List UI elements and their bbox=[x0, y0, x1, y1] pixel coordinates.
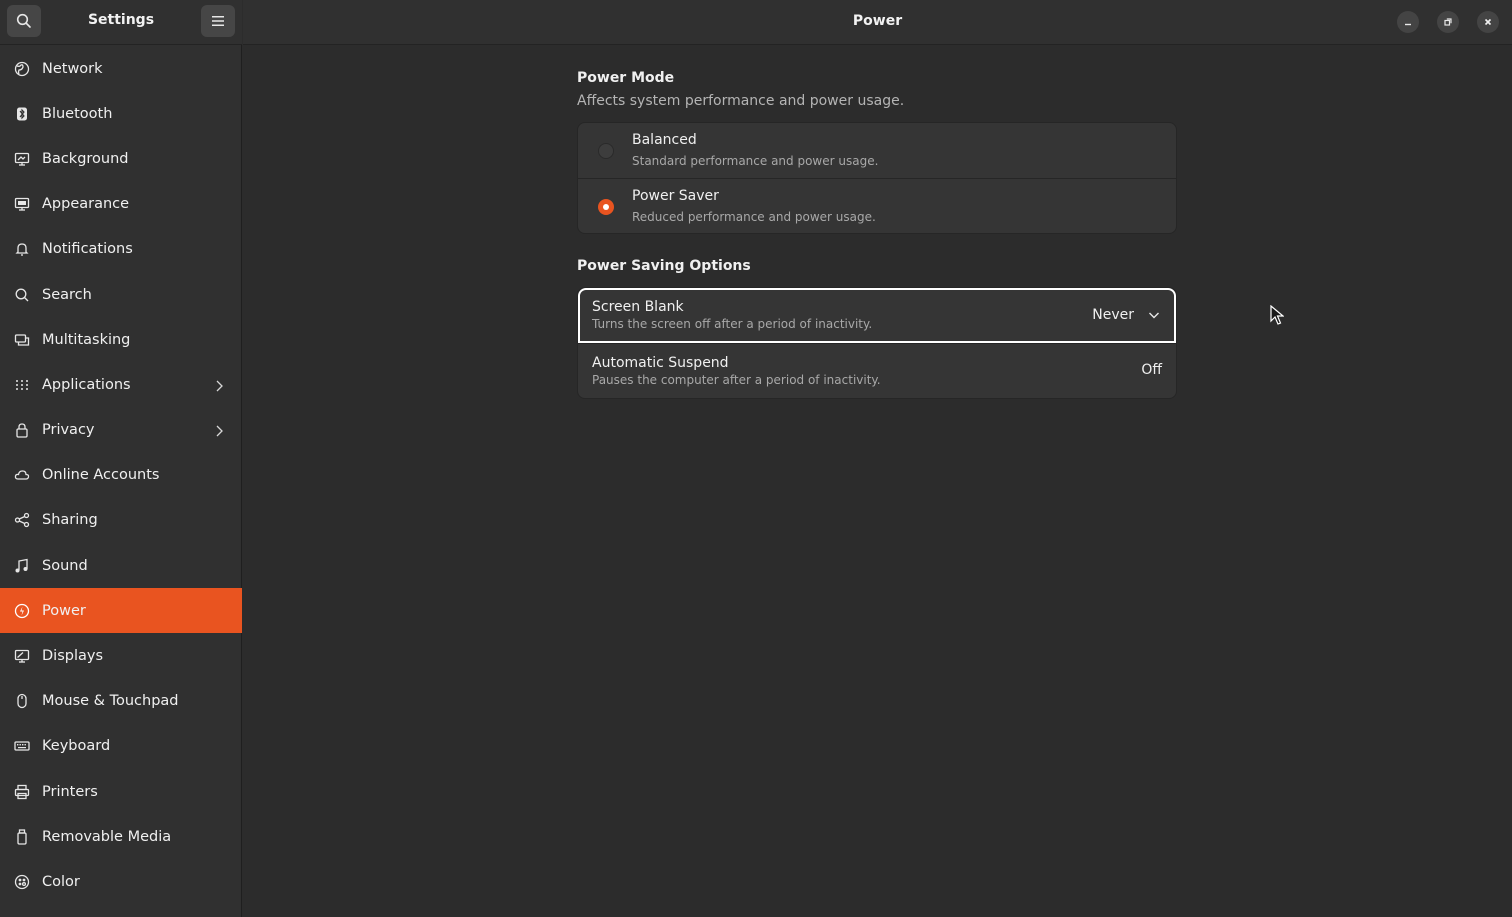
mouse-icon bbox=[14, 693, 30, 709]
sidebar-item-label: Power bbox=[42, 602, 86, 619]
mouse-cursor-icon bbox=[1270, 305, 1284, 325]
sidebar-list: Network Bluetooth Background Appearance Noti… bbox=[0, 46, 242, 905]
minimize-button[interactable] bbox=[1397, 11, 1419, 33]
sidebar-item-power[interactable]: Power bbox=[0, 588, 242, 634]
sidebar-item-label: Sharing bbox=[42, 512, 98, 529]
power-mode-balanced-row[interactable]: Balanced Standard performance and power … bbox=[578, 123, 1176, 178]
sidebar-item-bluetooth[interactable]: Bluetooth bbox=[0, 91, 242, 136]
power-saver-title: Power Saver bbox=[632, 188, 719, 204]
screen-blank-title: Screen Blank bbox=[592, 299, 684, 315]
sidebar-item-multitasking[interactable]: Multitasking bbox=[0, 317, 242, 362]
bluetooth-icon bbox=[14, 106, 30, 122]
sidebar-header: Settings bbox=[0, 0, 242, 45]
sidebar-item-removable-media[interactable]: Removable Media bbox=[0, 814, 242, 859]
window-title: Power bbox=[852, 13, 903, 29]
sidebar-item-label: Color bbox=[42, 873, 80, 890]
sidebar-item-label: Appearance bbox=[42, 196, 130, 213]
sidebar-item-privacy[interactable]: Privacy bbox=[0, 408, 242, 453]
sidebar-item-network[interactable]: Network bbox=[0, 46, 242, 91]
cloud-icon bbox=[14, 467, 30, 483]
share-icon bbox=[14, 512, 30, 528]
grid-icon bbox=[14, 377, 30, 393]
balanced-subtitle: Standard performance and power usage. bbox=[632, 154, 879, 168]
power-mode-title: Power Mode bbox=[577, 70, 675, 86]
power-page: Power Mode Affects system performance an… bbox=[243, 46, 1512, 917]
sidebar-item-mouse-touchpad[interactable]: Mouse & Touchpad bbox=[0, 679, 242, 724]
power-mode-saver-row[interactable]: Power Saver Reduced performance and powe… bbox=[578, 178, 1176, 233]
color-icon bbox=[14, 874, 30, 890]
sidebar-item-applications[interactable]: Applications bbox=[0, 362, 242, 407]
power-icon bbox=[14, 603, 30, 619]
sidebar-item-printers[interactable]: Printers bbox=[0, 769, 242, 814]
sidebar: Settings Network Bluetooth Background Appea… bbox=[0, 0, 242, 917]
sidebar-item-online-accounts[interactable]: Online Accounts bbox=[0, 453, 242, 498]
globe-icon bbox=[14, 61, 30, 77]
sidebar-item-label: Displays bbox=[42, 648, 104, 665]
sidebar-item-label: Sound bbox=[42, 557, 88, 574]
restore-icon bbox=[1444, 18, 1452, 26]
close-button[interactable] bbox=[1477, 11, 1499, 33]
main-menu-button[interactable] bbox=[201, 5, 235, 37]
lock-icon bbox=[14, 422, 30, 438]
sidebar-item-background[interactable]: Background bbox=[0, 136, 242, 181]
close-icon bbox=[1484, 18, 1492, 26]
sidebar-item-label: Search bbox=[42, 286, 92, 303]
restore-button[interactable] bbox=[1437, 11, 1459, 33]
sidebar-item-label: Network bbox=[42, 60, 103, 77]
sidebar-item-label: Removable Media bbox=[42, 828, 172, 845]
multitasking-icon bbox=[14, 332, 30, 348]
sidebar-item-label: Bluetooth bbox=[42, 105, 113, 122]
sidebar-item-label: Mouse & Touchpad bbox=[42, 693, 179, 710]
power-saving-title: Power Saving Options bbox=[577, 258, 751, 274]
automatic-suspend-subtitle: Pauses the computer after a period of in… bbox=[592, 373, 881, 387]
screen-blank-row[interactable]: Screen Blank Turns the screen off after … bbox=[578, 288, 1176, 343]
removable-media-icon bbox=[14, 829, 30, 845]
sidebar-item-appearance[interactable]: Appearance bbox=[0, 182, 242, 227]
bell-icon bbox=[14, 241, 30, 257]
automatic-suspend-row[interactable]: Automatic Suspend Pauses the computer af… bbox=[578, 343, 1176, 398]
chevron-right-icon bbox=[214, 378, 224, 392]
background-icon bbox=[14, 151, 30, 167]
power-saver-radio[interactable] bbox=[598, 199, 614, 215]
automatic-suspend-title: Automatic Suspend bbox=[592, 355, 729, 371]
power-saving-list: Screen Blank Turns the screen off after … bbox=[577, 287, 1177, 399]
printer-icon bbox=[14, 784, 30, 800]
sidebar-item-color[interactable]: Color bbox=[0, 859, 242, 904]
sidebar-item-label: Notifications bbox=[42, 241, 133, 258]
sidebar-item-notifications[interactable]: Notifications bbox=[0, 227, 242, 272]
sidebar-item-label: Printers bbox=[42, 783, 98, 800]
appearance-icon bbox=[14, 196, 30, 212]
sidebar-item-label: Applications bbox=[42, 376, 131, 393]
sidebar-item-label: Privacy bbox=[42, 422, 95, 439]
sidebar-item-displays[interactable]: Displays bbox=[0, 633, 242, 678]
chevron-down-icon bbox=[1149, 312, 1159, 319]
display-icon bbox=[14, 648, 30, 664]
sidebar-item-search[interactable]: Search bbox=[0, 272, 242, 317]
sidebar-item-label: Background bbox=[42, 150, 129, 167]
balanced-radio[interactable] bbox=[598, 143, 614, 159]
chevron-right-icon bbox=[214, 423, 224, 437]
power-mode-subtitle: Affects system performance and power usa… bbox=[577, 93, 905, 109]
balanced-title: Balanced bbox=[632, 132, 697, 148]
sidebar-item-keyboard[interactable]: Keyboard bbox=[0, 724, 242, 769]
music-note-icon bbox=[14, 558, 30, 574]
sidebar-item-sound[interactable]: Sound bbox=[0, 543, 242, 588]
hamburger-menu-icon bbox=[212, 16, 224, 26]
headerbar: Power bbox=[243, 0, 1512, 45]
keyboard-icon bbox=[14, 738, 30, 754]
screen-blank-subtitle: Turns the screen off after a period of i… bbox=[592, 317, 873, 331]
sidebar-item-label: Keyboard bbox=[42, 738, 111, 755]
sidebar-item-sharing[interactable]: Sharing bbox=[0, 498, 242, 543]
sidebar-item-label: Multitasking bbox=[42, 331, 131, 348]
sidebar-item-label: Online Accounts bbox=[42, 467, 160, 484]
power-saver-subtitle: Reduced performance and power usage. bbox=[632, 210, 876, 224]
search-icon bbox=[14, 287, 30, 303]
minimize-icon bbox=[1405, 23, 1411, 26]
automatic-suspend-value: Off bbox=[1141, 362, 1162, 378]
screen-blank-value[interactable]: Never bbox=[1092, 307, 1134, 323]
power-mode-list: Balanced Standard performance and power … bbox=[577, 122, 1177, 234]
